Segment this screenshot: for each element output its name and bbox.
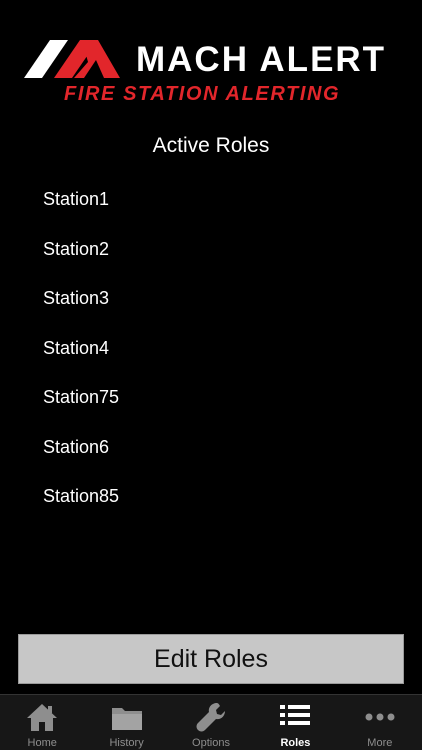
edit-roles-button[interactable]: Edit Roles [18,634,404,684]
tab-label: Home [27,737,57,749]
tab-label: History [109,737,144,749]
tab-home[interactable]: Home [0,695,84,750]
brand-title: MACH ALERT [136,40,387,79]
mach-alert-logo: MACH ALERT FIRE STATION ALERTING [24,38,400,108]
folder-icon [110,701,144,733]
role-item[interactable]: Station75 [43,383,373,433]
tab-options[interactable]: Options [169,695,253,750]
roles-list: Station1 Station2 Station3 Station4 Stat… [43,185,373,532]
tab-history[interactable]: History [84,695,168,750]
logo-mark-icon [24,40,120,78]
brand-tagline: FIRE STATION ALERTING [64,83,341,105]
tab-label: More [367,737,393,749]
role-item[interactable]: Station85 [43,482,373,532]
app-screen: MACH ALERT FIRE STATION ALERTING Active … [0,0,422,750]
page-title: Active Roles [152,134,270,157]
role-item[interactable]: Station1 [43,185,373,235]
role-item[interactable]: Station4 [43,334,373,384]
wrench-icon [194,701,228,733]
role-item[interactable]: Station6 [43,433,373,483]
role-item[interactable]: Station3 [43,284,373,334]
role-item[interactable]: Station2 [43,235,373,285]
more-icon [363,701,397,733]
home-icon [25,701,59,733]
list-icon [278,701,312,733]
tab-label: Roles [280,737,311,749]
tab-bar: Home History Options Roles More [0,694,422,750]
tab-more[interactable]: More [338,695,422,750]
tab-roles[interactable]: Roles [253,695,337,750]
tab-label: Options [192,737,230,749]
